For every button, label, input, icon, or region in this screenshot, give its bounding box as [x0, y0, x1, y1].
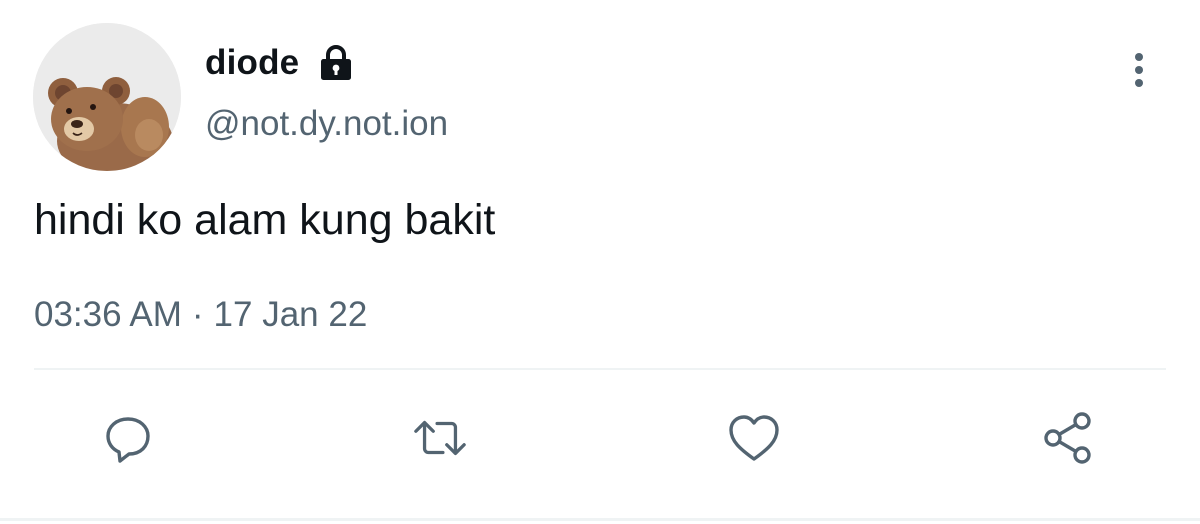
meta-separator: · [191, 295, 204, 334]
reply-icon [106, 417, 150, 463]
tweet-date: 17 Jan 22 [213, 295, 368, 334]
lock-icon [317, 44, 355, 82]
user-handle[interactable]: @not.dy.not.ion [205, 104, 448, 144]
retweet-icon [414, 420, 466, 456]
share-icon [1044, 412, 1091, 464]
teddy-bear-avatar-image [33, 23, 181, 171]
retweet-button[interactable] [412, 410, 468, 466]
more-vertical-icon [1135, 53, 1143, 87]
tweet-text: hindi ko alam kung bakit [34, 196, 496, 244]
bottom-divider [0, 518, 1200, 521]
more-options-button[interactable] [1118, 48, 1160, 92]
heart-icon [729, 415, 779, 461]
display-name-row: diode [205, 40, 355, 86]
avatar[interactable] [33, 23, 181, 171]
reply-button[interactable] [100, 410, 156, 466]
share-button[interactable] [1040, 410, 1096, 466]
tweet-timestamp[interactable]: 03:36 AM · 17 Jan 22 [34, 295, 367, 335]
tweet-card: diode @not.dy.not.ion hindi ko alam kung… [0, 0, 1200, 524]
divider [34, 368, 1166, 370]
like-button[interactable] [726, 410, 782, 466]
tweet-time: 03:36 AM [34, 295, 182, 334]
display-name[interactable]: diode [205, 43, 299, 83]
